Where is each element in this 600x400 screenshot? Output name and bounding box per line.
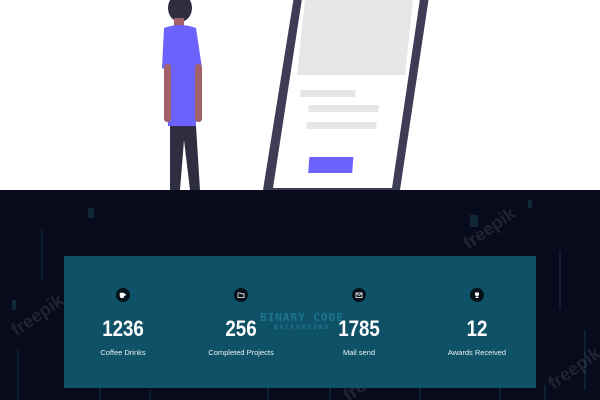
stat-coffee-drinks: 1236 Coffee Drinks <box>64 256 182 388</box>
stat-value: 1785 <box>338 316 380 341</box>
hero-illustration <box>0 0 600 190</box>
stat-value: 12 <box>466 316 488 341</box>
stat-label: Mail send <box>342 348 376 357</box>
stat-awards-received: 12 Awards Received <box>418 256 536 388</box>
page: freepik freepik freepik freepik BINARY C… <box>0 0 600 400</box>
stat-label: Coffee Drinks <box>100 348 146 357</box>
phone-illustration <box>263 0 429 190</box>
stat-completed-projects: 256 Completed Projects <box>182 256 300 388</box>
person-illustration <box>162 0 202 190</box>
trophy-icon <box>470 288 484 302</box>
stat-value: 256 <box>225 316 257 341</box>
coffee-cup-icon <box>116 288 130 302</box>
stat-value: 1236 <box>102 316 144 341</box>
stats-panel: BINARY CODE BACKGROUND 1236 Coffee Drink… <box>64 256 536 388</box>
stat-mail-send: 1785 Mail send <box>300 256 418 388</box>
stat-label: Completed Projects <box>208 348 274 357</box>
stat-label: Awards Received <box>447 348 507 357</box>
folder-icon <box>234 288 248 302</box>
mail-icon <box>352 288 366 302</box>
